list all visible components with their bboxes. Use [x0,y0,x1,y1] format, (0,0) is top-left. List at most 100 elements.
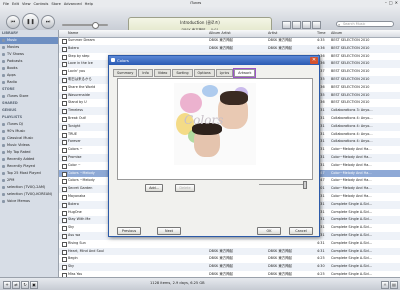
table-row[interactable]: Bolero DBSK 東方神起 DBSK 東方神起 4:36 BEST SELECTI… [59,44,400,53]
track-checkbox[interactable] [62,140,67,146]
add-artwork-button[interactable]: Add... [145,184,163,192]
sidebar-item-itunes-store[interactable]: iTunes Store [0,93,58,100]
table-row[interactable]: Sky DBSK 東方神起 DBSK 東方神起 4:30 Complete Single… [59,263,400,271]
track-checkbox[interactable] [62,101,67,107]
menu-edit[interactable]: Edit [12,2,19,6]
track-checkbox[interactable] [62,77,67,83]
track-checkbox[interactable] [62,109,67,115]
album-artwork[interactable]: Colors [174,83,256,165]
track-checkbox[interactable] [62,241,67,247]
coverflow-view-button[interactable] [312,21,321,29]
track-checkbox[interactable] [62,257,67,263]
menu-controls[interactable]: Controls [34,2,49,6]
column-time[interactable]: Time [317,30,329,37]
delete-artwork-button[interactable]: Delete [175,184,195,192]
column-artist[interactable]: Artist [268,30,308,37]
repeat-button[interactable]: ↻ [21,281,29,289]
track-checkbox[interactable] [62,39,67,44]
track-checkbox[interactable] [62,187,67,193]
show-artwork-button[interactable]: ▣ [30,281,38,289]
track-checkbox[interactable] [62,148,67,154]
table-row[interactable]: Heart, Mind And Soul DBSK 東方神起 DBSK 東方神起 4:… [59,247,400,256]
track-checkbox[interactable] [62,194,67,200]
tab-summary[interactable]: Summary [113,69,138,77]
sidebar-playlist-recently-played[interactable]: Recently Played [0,163,58,170]
minimize-icon[interactable]: – [385,0,387,5]
tab-sorting[interactable]: Sorting [172,69,193,77]
tab-info[interactable]: Info [138,69,153,77]
sidebar-item-music[interactable]: Music [0,37,58,44]
tab-video[interactable]: Video [153,69,172,77]
sidebar-playlist-recently-added[interactable]: Recently Added [0,156,58,163]
tab-lyrics[interactable]: Lyrics [215,69,234,77]
track-checkbox[interactable] [62,226,67,232]
sidebar-item-apps[interactable]: Apps [0,72,58,79]
close-window-icon[interactable]: ✕ [395,0,398,5]
sidebar-playlist-voice-memos[interactable]: Voice Memos [0,198,58,205]
artwork-size-slider[interactable] [259,181,307,189]
track-checkbox[interactable] [62,85,67,91]
track-checkbox[interactable] [62,265,67,271]
track-checkbox[interactable] [62,233,67,239]
sidebar-item-books[interactable]: Books [0,65,58,72]
add-playlist-button[interactable]: + [3,281,11,289]
menu-view[interactable]: View [22,2,31,6]
ok-button[interactable]: OK [257,227,281,235]
track-checkbox[interactable] [62,210,67,216]
sidebar-playlist-selection-tvxq-korean[interactable]: selection (TVXQ-KOREAN) [0,191,58,198]
sidebar-playlist-music-videos[interactable]: Music Videos [0,142,58,149]
next-track-button[interactable]: ⏭ [41,15,55,29]
menu-help[interactable]: Help [85,2,93,6]
track-checkbox[interactable] [62,179,67,185]
sidebar-playlist-2pm[interactable]: 2PM [0,177,58,184]
sidebar-playlist-my-top-rated[interactable]: My Top Rated [0,149,58,156]
track-checkbox[interactable] [62,70,67,76]
menu-advanced[interactable]: Advanced [64,2,82,6]
genius-button[interactable]: ⚛ [381,281,389,289]
cancel-button[interactable]: Cancel [289,227,313,235]
column-album-artist[interactable]: Album Artist [209,30,261,37]
search-input[interactable]: ⌕ Search Music [336,21,394,27]
airplay-button[interactable]: ▤ [390,281,398,289]
track-checkbox[interactable] [62,124,67,130]
shuffle-button[interactable]: ⇄ [12,281,20,289]
track-checkbox[interactable] [62,155,67,161]
menu-store[interactable]: Store [51,2,61,6]
grid-view-button[interactable] [302,21,311,29]
track-checkbox[interactable] [62,202,67,208]
column-name[interactable]: Name [68,30,104,37]
pause-button[interactable]: ❚❚ [22,13,39,30]
track-checkbox[interactable] [62,46,67,52]
list-view-button[interactable] [282,21,291,29]
track-checkbox[interactable] [62,132,67,138]
column-album[interactable]: Album [331,30,397,37]
sidebar-playlist-selection-tvxq-2am[interactable]: selection (TVXQ-2AM) [0,184,58,191]
sidebar-playlist-90-s-music[interactable]: 90's Music [0,128,58,135]
track-checkbox[interactable] [62,249,67,255]
sidebar-item-tv-shows[interactable]: TV Shows [0,51,58,58]
sidebar-item-movies[interactable]: Movies [0,44,58,51]
volume-knob[interactable] [92,22,99,29]
sidebar-playlist-classical-music[interactable]: Classical Music [0,135,58,142]
track-checkbox[interactable] [62,116,67,122]
dialog-close-button[interactable]: ✕ [310,57,318,64]
track-checkbox[interactable] [62,163,67,169]
track-checkbox[interactable] [62,93,67,99]
track-checkbox[interactable] [62,218,67,224]
track-checkbox[interactable] [62,54,67,60]
previous-track-button[interactable]: ⏮ [6,15,20,29]
track-checkbox[interactable] [62,62,67,68]
menu-file[interactable]: File [3,2,9,6]
tab-options[interactable]: Options [193,69,215,77]
maximize-icon[interactable]: □ [389,0,393,5]
slider-knob[interactable] [303,181,307,189]
next-button[interactable]: Next [157,227,181,235]
sidebar-item-podcasts[interactable]: Podcasts [0,58,58,65]
track-checkbox[interactable] [62,171,67,177]
sidebar-playlist-top-25-most-played[interactable]: Top 25 Most Played [0,170,58,177]
previous-button[interactable]: Previous [117,227,141,235]
album-view-button[interactable] [292,21,301,29]
sidebar-item-radio[interactable]: Radio [0,79,58,86]
tab-artwork[interactable]: Artwork [233,68,257,78]
volume-slider[interactable] [62,22,108,29]
